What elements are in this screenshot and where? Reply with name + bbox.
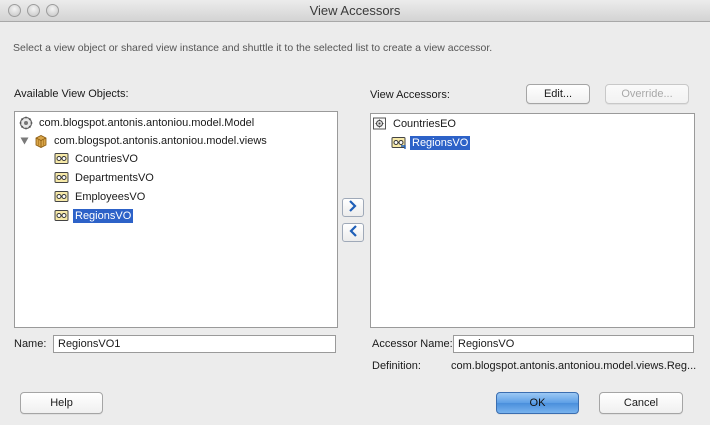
override-button[interactable]: Override... (605, 84, 689, 104)
available-view-objects-tree[interactable]: com.blogspot.antonis.antoniou.model.Mode… (14, 111, 338, 328)
view-object-icon (54, 208, 70, 224)
entity-object-icon (372, 116, 388, 132)
ok-button[interactable]: OK (496, 392, 579, 414)
title-bar: View Accessors (0, 0, 710, 22)
tree-item-countrieseo[interactable]: CountriesEO (372, 115, 458, 133)
package-icon (33, 133, 49, 149)
list-item-label: RegionsVO (73, 209, 134, 223)
list-item-regionsvo-accessor[interactable]: RegionsVO (391, 134, 471, 152)
instruction-text: Select a view object or shared view inst… (13, 42, 493, 54)
add-accessor-button[interactable] (342, 198, 364, 217)
edit-button[interactable]: Edit... (526, 84, 590, 104)
view-object-icon (54, 170, 70, 186)
list-item-countriesvo[interactable]: CountriesVO (54, 150, 140, 168)
list-item-label: EmployeesVO (75, 191, 146, 203)
name-field[interactable]: RegionsVO1 (53, 335, 336, 353)
tree-item-label: com.blogspot.antonis.antoniou.model.Mode… (39, 117, 255, 129)
window-title: View Accessors (309, 3, 401, 18)
model-icon (18, 115, 34, 131)
list-item-label: DepartmentsVO (75, 172, 154, 184)
available-view-objects-label: Available View Objects: (14, 88, 129, 100)
tree-item-model[interactable]: com.blogspot.antonis.antoniou.model.Mode… (18, 114, 256, 132)
list-item-label: CountriesVO (75, 153, 138, 165)
view-accessor-icon (391, 135, 407, 151)
list-item-employeesvo[interactable]: EmployeesVO (54, 188, 147, 206)
list-item-regionsvo[interactable]: RegionsVO (54, 207, 134, 225)
tree-item-label: com.blogspot.antonis.antoniou.model.view… (54, 135, 267, 147)
view-accessors-tree[interactable]: CountriesEO RegionsVO (370, 113, 695, 328)
chevron-right-icon (348, 200, 358, 215)
view-accessors-label: View Accessors: (370, 89, 450, 101)
definition-value: com.blogspot.antonis.antoniou.model.view… (451, 360, 697, 372)
remove-accessor-button[interactable] (342, 223, 364, 242)
cancel-button[interactable]: Cancel (599, 392, 683, 414)
help-button[interactable]: Help (20, 392, 103, 414)
tree-item-package[interactable]: com.blogspot.antonis.antoniou.model.view… (18, 132, 269, 150)
view-object-icon (54, 189, 70, 205)
list-item-label: RegionsVO (410, 136, 471, 150)
chevron-left-icon (348, 225, 358, 240)
tree-item-label: CountriesEO (393, 118, 456, 130)
accessor-name-field[interactable]: RegionsVO (453, 335, 694, 353)
name-label: Name: (14, 338, 47, 350)
view-object-icon (54, 151, 70, 167)
accessor-name-label: Accessor Name: (372, 338, 453, 350)
expand-triangle-icon[interactable] (18, 133, 30, 149)
list-item-departmentsvo[interactable]: DepartmentsVO (54, 169, 156, 187)
definition-label: Definition: (372, 360, 421, 372)
